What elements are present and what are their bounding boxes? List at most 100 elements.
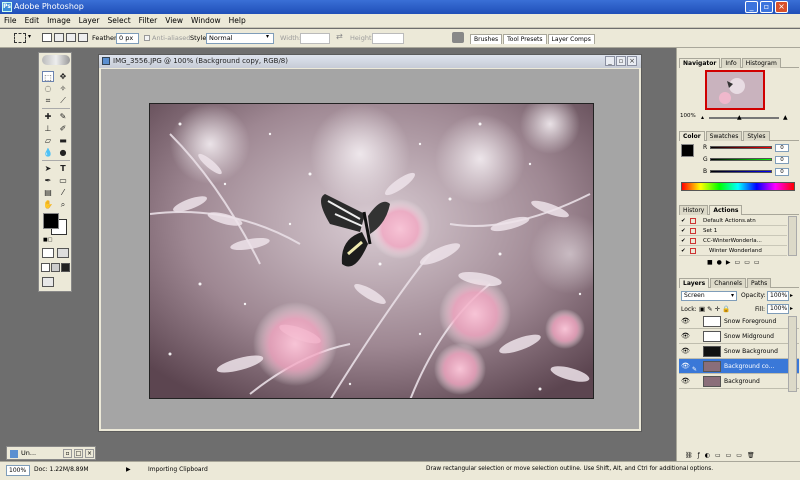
color-foreground-swatch[interactable] — [681, 144, 694, 157]
quick-mask-mode-icon[interactable] — [57, 248, 69, 258]
eye-icon[interactable]: 👁 — [681, 317, 690, 325]
feather-input[interactable]: 0 px — [116, 33, 139, 44]
tab-info[interactable]: Info — [721, 58, 741, 68]
tab-actions[interactable]: Actions — [709, 205, 743, 215]
new-selection-icon[interactable] — [42, 33, 52, 42]
standard-screen-mode-icon[interactable] — [41, 263, 50, 272]
close-doc-button[interactable]: × — [85, 449, 94, 458]
doc-maximize-button[interactable]: ▫ — [616, 56, 626, 66]
swap-icon[interactable]: ⇄ — [336, 32, 343, 41]
shape-tool-icon[interactable]: ▭ — [57, 175, 69, 186]
gradient-tool-icon[interactable]: ▬ — [57, 135, 69, 146]
fill-chevron-icon[interactable]: ▸ — [790, 305, 793, 312]
color-r-value[interactable]: 0 — [775, 144, 789, 152]
doc-close-button[interactable]: × — [627, 56, 637, 66]
tab-history[interactable]: History — [679, 205, 709, 215]
lock-icons[interactable]: ▣✎✛🔒 — [699, 305, 732, 313]
navigator-zoom[interactable]: 100% — [680, 113, 696, 119]
antialiased-checkbox[interactable] — [144, 35, 150, 41]
zoom-tool-icon[interactable]: ⌕ — [57, 199, 69, 210]
opacity-chevron-icon[interactable]: ▸ — [790, 292, 793, 299]
blur-tool-icon[interactable]: 💧 — [42, 147, 54, 158]
tab-swatches[interactable]: Swatches — [705, 131, 743, 141]
path-selection-tool-icon[interactable]: ➤ — [42, 163, 54, 174]
layers-scrollbar[interactable] — [788, 316, 797, 392]
minimize-button[interactable]: _ — [745, 1, 758, 13]
maximize-doc-button[interactable]: □ — [74, 449, 83, 458]
height-input[interactable] — [372, 33, 404, 44]
tab-channels[interactable]: Channels — [710, 278, 746, 288]
default-colors-icon[interactable]: ■□ — [43, 237, 52, 243]
pen-tool-icon[interactable]: ✒ — [42, 175, 54, 186]
menu-image[interactable]: Image — [43, 14, 75, 28]
slice-tool-icon[interactable]: ⟋ — [57, 95, 69, 106]
move-tool-icon[interactable]: ✥ — [57, 71, 69, 82]
style-select[interactable]: Normal — [206, 33, 274, 44]
zoom-slider-thumb[interactable]: ▲ — [737, 114, 742, 121]
adobe-feather-icon[interactable] — [42, 55, 70, 65]
navigator-preview[interactable] — [705, 70, 765, 110]
healing-brush-tool-icon[interactable]: ✚ — [42, 111, 54, 122]
notes-tool-icon[interactable]: ▤ — [42, 187, 54, 198]
clone-stamp-tool-icon[interactable]: ⊥ — [42, 123, 54, 134]
color-g-slider[interactable] — [710, 158, 772, 161]
opacity-input[interactable]: 100% — [767, 291, 789, 301]
color-b-slider[interactable] — [710, 170, 772, 173]
layer-row[interactable]: 👁 Snow Foreground — [679, 314, 799, 329]
brush-tool-icon[interactable]: ✎ — [57, 111, 69, 122]
full-screen-mode-icon[interactable] — [61, 263, 70, 272]
layer-row[interactable]: 👁 Background — [679, 374, 799, 389]
color-g-value[interactable]: 0 — [775, 156, 789, 164]
magic-wand-tool-icon[interactable]: ✧ — [57, 83, 69, 94]
blend-mode-chevron-down-icon[interactable]: ▾ — [731, 292, 734, 299]
palette-well-layer-comps[interactable]: Layer Comps — [547, 34, 595, 44]
action-row[interactable]: ✔ Default Actions.atn — [679, 216, 787, 226]
butterfly-photo[interactable] — [149, 103, 594, 399]
minimized-document[interactable]: Un... ▫ □ × — [6, 446, 96, 460]
menu-filter[interactable]: Filter — [135, 14, 162, 28]
eye-icon[interactable]: 👁 — [681, 332, 690, 340]
fill-input[interactable]: 100% — [767, 304, 789, 314]
marquee-preset-icon[interactable] — [14, 33, 26, 43]
eyedropper-tool-icon[interactable]: ⁄ — [57, 187, 69, 198]
palette-well-brushes[interactable]: Brushes — [470, 34, 503, 44]
close-button[interactable]: × — [775, 1, 788, 13]
menu-select[interactable]: Select — [104, 14, 135, 28]
intersect-selection-icon[interactable] — [78, 33, 88, 42]
foreground-color-swatch[interactable] — [43, 213, 59, 229]
eye-icon[interactable]: 👁 — [681, 347, 690, 355]
layers-controls[interactable]: ⛓ƒ◐▭▭▭🗑 — [685, 452, 795, 461]
eye-icon[interactable]: 👁 — [681, 362, 690, 370]
zoom-in-icon[interactable]: ▲ — [783, 114, 788, 121]
actions-scrollbar[interactable] — [788, 216, 797, 256]
full-screen-menu-mode-icon[interactable] — [51, 263, 60, 272]
palette-well-icon[interactable] — [452, 32, 464, 43]
layer-row[interactable]: 👁 Snow Midground — [679, 329, 799, 344]
tab-color[interactable]: Color — [679, 131, 705, 141]
menu-window[interactable]: Window — [187, 14, 225, 28]
document-canvas[interactable] — [101, 69, 639, 429]
doc-minimize-button[interactable]: _ — [605, 56, 615, 66]
menu-file[interactable]: File — [0, 14, 21, 28]
lasso-tool-icon[interactable]: ◌ — [42, 83, 54, 94]
eraser-tool-icon[interactable]: ▱ — [42, 135, 54, 146]
menu-layer[interactable]: Layer — [75, 14, 104, 28]
rectangular-marquee-tool-icon[interactable]: ⬚ — [42, 71, 54, 82]
status-arrow-icon[interactable]: ▶ — [126, 466, 131, 473]
history-brush-tool-icon[interactable]: ✐ — [57, 123, 69, 134]
menu-view[interactable]: View — [161, 14, 187, 28]
maximize-button[interactable]: ▫ — [760, 1, 773, 13]
actions-controls[interactable]: ■●▶▭▭▭ — [707, 259, 787, 267]
tab-paths[interactable]: Paths — [746, 278, 772, 288]
zoom-out-icon[interactable]: ▴ — [701, 114, 704, 121]
menu-help[interactable]: Help — [225, 14, 250, 28]
subtract-selection-icon[interactable] — [66, 33, 76, 42]
action-row[interactable]: ✔ Set 1 — [679, 226, 787, 236]
action-row[interactable]: ✔ Winter Wonderland — [679, 246, 787, 256]
action-row[interactable]: ✔ CC-WinterWonderla... — [679, 236, 787, 246]
zoom-slider[interactable] — [709, 117, 779, 119]
status-zoom[interactable]: 100% — [6, 465, 30, 476]
add-selection-icon[interactable] — [54, 33, 64, 42]
hand-tool-icon[interactable]: ✋ — [42, 199, 54, 210]
layer-row[interactable]: 👁 Snow Background — [679, 344, 799, 359]
